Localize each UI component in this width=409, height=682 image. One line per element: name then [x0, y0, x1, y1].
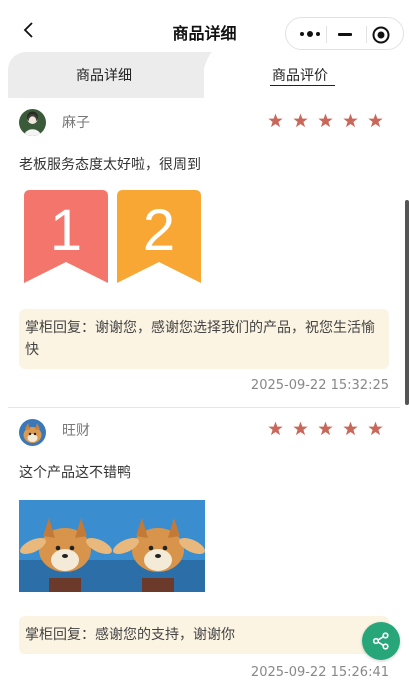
star-icon: [268, 421, 283, 436]
active-tab-underline: [270, 85, 335, 86]
nav-bar: 商品详细: [0, 0, 409, 52]
review-comment: 这个产品这不错鸭: [19, 465, 131, 481]
review-image[interactable]: 2: [117, 190, 201, 283]
tab-bar: 商品详细 商品评价: [8, 52, 400, 98]
review-list[interactable]: 麻子 老板服务态度太好啦，很周到 1 2 掌柜回复：谢谢您，感谢您选择我们的产品…: [8, 98, 400, 682]
capsule-divider: [366, 26, 367, 43]
mini-program-capsule: [285, 17, 404, 50]
star-icon: [368, 421, 383, 436]
minus-icon[interactable]: [338, 33, 352, 36]
review-item: 旺财 这个产品这不错鸭 掌柜回复：感谢您的支持，谢谢你 2025-09-22 1…: [8, 408, 400, 682]
star-icon: [318, 113, 333, 128]
star-icon: [268, 113, 283, 128]
star-icon: [343, 113, 358, 128]
avatar: [19, 109, 46, 136]
star-icon: [293, 113, 308, 128]
review-image-number: 2: [143, 198, 175, 263]
rating-stars: [268, 113, 383, 128]
target-circle-icon[interactable]: [372, 26, 390, 44]
star-icon: [293, 421, 308, 436]
review-image-number: 1: [50, 198, 82, 263]
capsule-divider: [326, 26, 327, 43]
review-image[interactable]: 1: [24, 190, 108, 283]
review-time: 2025-09-22 15:32:25: [250, 378, 389, 393]
scrollbar[interactable]: [405, 200, 409, 405]
share-button[interactable]: [362, 622, 400, 660]
star-icon: [318, 421, 333, 436]
review-item: 麻子 老板服务态度太好啦，很周到 1 2 掌柜回复：谢谢您，感谢您选择我们的产品…: [8, 98, 400, 406]
tab-curve-shape: [178, 52, 212, 98]
review-username: 旺财: [62, 423, 90, 439]
share-icon: [372, 632, 389, 650]
star-icon: [343, 421, 358, 436]
merchant-reply: 掌柜回复：感谢您的支持，谢谢你: [19, 616, 389, 654]
avatar: [19, 419, 46, 446]
review-username: 麻子: [62, 115, 90, 131]
review-photo[interactable]: [19, 500, 205, 592]
review-comment: 老板服务态度太好啦，很周到: [19, 157, 201, 173]
tab-label-reviews[interactable]: 商品评价: [272, 65, 328, 85]
merchant-reply: 掌柜回复：谢谢您，感谢您选择我们的产品，祝您生活愉快: [19, 309, 389, 369]
more-dots-icon[interactable]: [299, 29, 323, 39]
star-icon: [368, 113, 383, 128]
rating-stars: [268, 421, 383, 436]
tab-label-detail[interactable]: 商品详细: [76, 65, 132, 85]
review-time: 2025-09-22 15:26:41: [250, 665, 389, 680]
